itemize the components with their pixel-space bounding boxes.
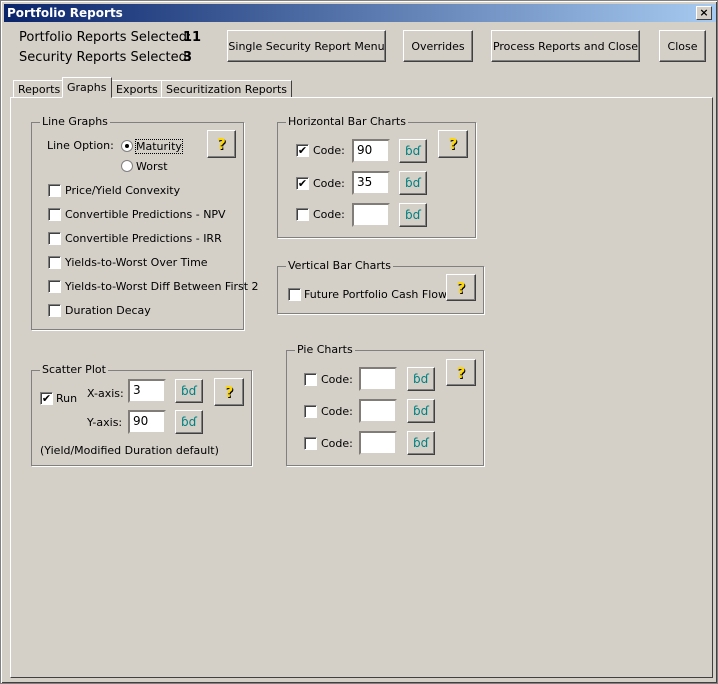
process-reports-close-button[interactable]: Process Reports and Close (491, 30, 640, 62)
hbar-code-1-checkbox[interactable]: ✔ (296, 144, 309, 157)
window-title: Portfolio Reports (7, 6, 123, 20)
vbar-help-button[interactable]: ? (446, 274, 476, 301)
worst-radio[interactable] (121, 160, 133, 172)
maturity-label: Maturity (135, 139, 183, 154)
close-button[interactable]: Close (659, 30, 706, 62)
portfolio-count-label: Portfolio Reports Selected: (19, 30, 192, 45)
scatter-run-checkbox[interactable]: ✔ (40, 392, 53, 405)
tab-reports[interactable]: Reports (13, 80, 66, 98)
pie-code-2-input[interactable] (359, 399, 397, 423)
hbar-code-1-lookup-icon[interactable]: ɓɗ (399, 139, 427, 163)
x-axis-lookup-icon[interactable]: ɓɗ (175, 379, 203, 403)
ytw-diff-checkbox[interactable] (48, 280, 61, 293)
convertible-npv-label: Convertible Predictions - NPV (65, 208, 226, 221)
hbar-code-2-checkbox[interactable]: ✔ (296, 177, 309, 190)
pie-code-1-input[interactable] (359, 367, 397, 391)
x-axis-input[interactable]: 3 (128, 379, 166, 403)
scatter-run-label: Run (56, 392, 78, 405)
tab-securitization-reports[interactable]: Securitization Reports (161, 80, 292, 98)
worst-label: Worst (136, 160, 168, 173)
y-axis-label: Y-axis: (87, 416, 123, 429)
scatter-plot-title: Scatter Plot (40, 363, 108, 376)
ytw-over-time-label: Yields-to-Worst Over Time (65, 256, 208, 269)
hbar-code-2-lookup-icon[interactable]: ɓɗ (399, 171, 427, 195)
overrides-button[interactable]: Overrides (403, 30, 473, 62)
future-cash-flows-checkbox[interactable] (288, 288, 301, 301)
hbar-code-2-label: Code: (313, 177, 345, 190)
ytw-over-time-checkbox[interactable] (48, 256, 61, 269)
pie-code-3-lookup-icon[interactable]: ɓɗ (407, 431, 435, 455)
horizontal-bar-title: Horizontal Bar Charts (286, 115, 408, 128)
pie-code-2-label: Code: (321, 405, 353, 418)
hbar-code-1-input[interactable]: 90 (352, 139, 390, 163)
convertible-irr-checkbox[interactable] (48, 232, 61, 245)
pie-code-2-checkbox[interactable] (304, 405, 317, 418)
close-icon[interactable]: × (696, 6, 712, 20)
security-count-value: 3 (183, 50, 193, 65)
price-yield-convexity-label: Price/Yield Convexity (65, 184, 181, 197)
pie-code-3-label: Code: (321, 437, 353, 450)
pie-charts-title: Pie Charts (295, 343, 355, 356)
y-axis-lookup-icon[interactable]: ɓɗ (175, 410, 203, 434)
x-axis-label: X-axis: (87, 387, 124, 400)
tab-exports[interactable]: Exports (111, 80, 163, 98)
pie-code-1-checkbox[interactable] (304, 373, 317, 386)
maturity-radio[interactable] (121, 140, 133, 152)
hbar-code-3-input[interactable] (352, 203, 390, 227)
scatter-help-button[interactable]: ? (214, 378, 244, 406)
title-bar: Portfolio Reports × (4, 4, 716, 22)
tab-graphs[interactable]: Graphs (62, 77, 112, 98)
convertible-npv-checkbox[interactable] (48, 208, 61, 221)
pie-help-button[interactable]: ? (446, 359, 476, 386)
price-yield-convexity-checkbox[interactable] (48, 184, 61, 197)
pie-code-1-lookup-icon[interactable]: ɓɗ (407, 367, 435, 391)
pie-code-2-lookup-icon[interactable]: ɓɗ (407, 399, 435, 423)
scatter-default-note: (Yield/Modified Duration default) (40, 444, 219, 457)
duration-decay-checkbox[interactable] (48, 304, 61, 317)
convertible-irr-label: Convertible Predictions - IRR (65, 232, 222, 245)
y-axis-input[interactable]: 90 (128, 410, 166, 434)
ytw-diff-label: Yields-to-Worst Diff Between First 2 (65, 280, 259, 293)
hbar-code-2-input[interactable]: 35 (352, 171, 390, 195)
hbar-help-button[interactable]: ? (438, 130, 468, 158)
line-graphs-help-button[interactable]: ? (207, 130, 236, 158)
hbar-code-3-lookup-icon[interactable]: ɓɗ (399, 203, 427, 227)
line-graphs-title: Line Graphs (40, 115, 110, 128)
hbar-code-3-checkbox[interactable] (296, 208, 309, 221)
pie-code-3-checkbox[interactable] (304, 437, 317, 450)
duration-decay-label: Duration Decay (65, 304, 151, 317)
portfolio-count-value: 11 (183, 30, 202, 45)
future-cash-flows-label: Future Portfolio Cash Flows (304, 288, 453, 301)
hbar-code-1-label: Code: (313, 144, 345, 157)
vertical-bar-title: Vertical Bar Charts (286, 259, 393, 272)
single-security-report-menu-button[interactable]: Single Security Report Menu (227, 30, 386, 62)
hbar-code-3-label: Code: (313, 208, 345, 221)
pie-code-3-input[interactable] (359, 431, 397, 455)
line-option-label: Line Option: (47, 139, 114, 152)
pie-code-1-label: Code: (321, 373, 353, 386)
security-count-label: Security Reports Selected: (19, 50, 192, 65)
